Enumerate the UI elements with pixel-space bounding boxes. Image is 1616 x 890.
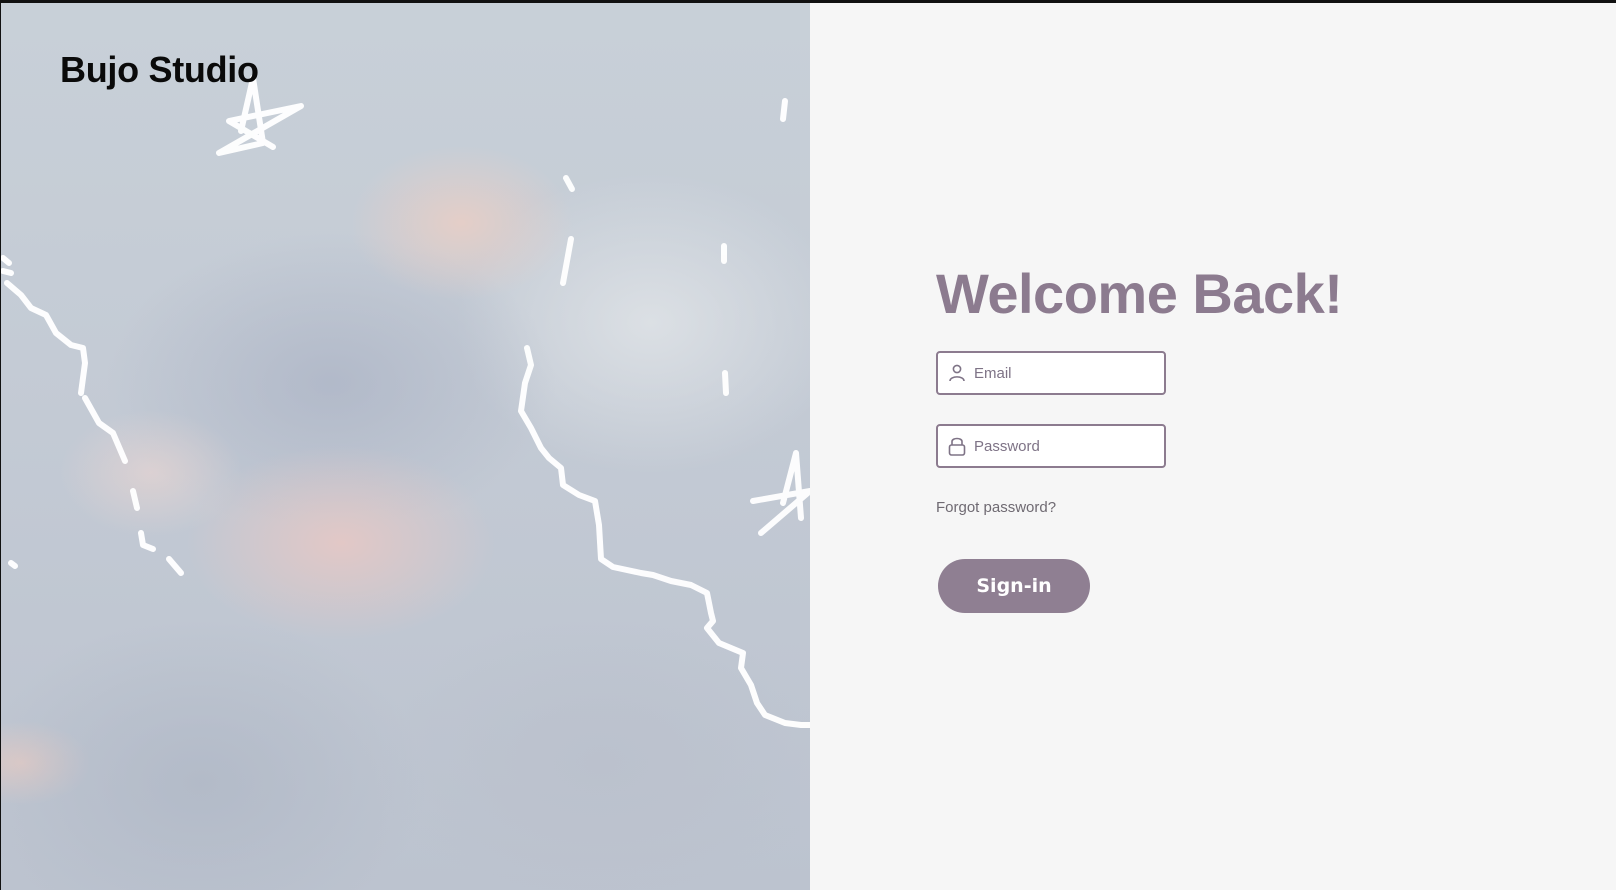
squiggle-doodle bbox=[130, 488, 184, 576]
squiggle-doodle bbox=[518, 345, 810, 728]
page-title: Welcome Back! bbox=[936, 262, 1343, 325]
login-panel: Welcome Back! Forgot password? Sign-in bbox=[810, 3, 1616, 890]
hero-panel: Bujo Studio bbox=[1, 3, 810, 890]
user-icon bbox=[946, 362, 968, 384]
sign-in-button[interactable]: Sign-in bbox=[938, 559, 1090, 613]
dash-doodle bbox=[780, 98, 788, 122]
dash-doodle bbox=[8, 560, 18, 569]
email-input[interactable] bbox=[974, 364, 1154, 382]
lock-icon bbox=[946, 435, 968, 457]
forgot-password-link[interactable]: Forgot password? bbox=[936, 499, 1056, 516]
dash-doodle bbox=[560, 236, 574, 286]
dash-doodle bbox=[563, 175, 575, 192]
password-field[interactable] bbox=[936, 424, 1166, 468]
squiggle-doodle bbox=[1, 255, 128, 464]
email-field[interactable] bbox=[936, 351, 1166, 395]
brand-logo: Bujo Studio bbox=[60, 49, 259, 90]
sky-doodles bbox=[1, 75, 810, 728]
star-doodle bbox=[750, 450, 810, 536]
dash-doodle bbox=[722, 370, 729, 396]
password-input[interactable] bbox=[974, 437, 1154, 455]
app-window: Bujo Studio Welcome Back! Forgot passwor bbox=[0, 0, 1616, 890]
